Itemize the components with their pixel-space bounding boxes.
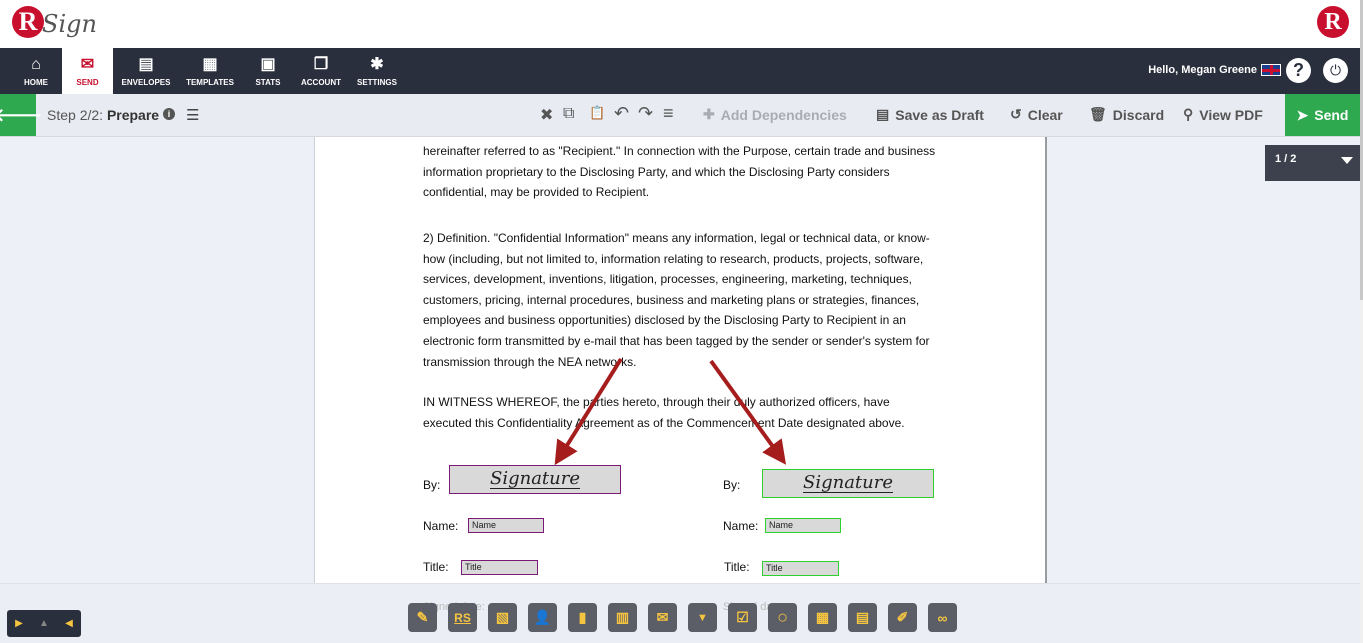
prepare-toolbar: 🡐 Step 2/2: Prepare i ☰ ✖ ⧉ 📋 ↶ ↷ ≡ ✚ Ad…	[0, 94, 1360, 137]
add-dependencies-button[interactable]: ✚ Add Dependencies	[703, 106, 847, 123]
discard-button[interactable]: 🗑 Discard	[1089, 106, 1164, 123]
redo-icon[interactable]: ↷	[638, 103, 653, 124]
radio-icon[interactable]: ○	[768, 603, 797, 632]
label-icon[interactable]: ✐	[888, 603, 917, 632]
nav-label: SETTINGS	[356, 77, 397, 87]
pen-icon[interactable]: ✎	[408, 603, 437, 632]
nav-send[interactable]: ✉ SEND	[62, 48, 113, 94]
copy-icon[interactable]: ⧉	[563, 105, 574, 123]
clear-button[interactable]: ↺ Clear	[1010, 106, 1063, 123]
info-icon[interactable]: i	[163, 108, 175, 120]
list-icon[interactable]: ☰	[186, 106, 199, 124]
nav-settings[interactable]: ✱ SETTINGS	[353, 48, 401, 94]
file-icon: ▤	[876, 106, 890, 122]
page-number: 1 / 2	[1275, 153, 1297, 165]
inbox-icon: ▤	[138, 55, 154, 73]
save-draft-button[interactable]: ▤ Save as Draft	[876, 106, 984, 123]
briefcase-icon: ▣	[260, 55, 276, 73]
nav-label: ACCOUNT	[301, 77, 341, 87]
nav-stats[interactable]: ▣ STATS	[248, 48, 288, 94]
initials-icon[interactable]: RS	[448, 603, 477, 632]
link-icon[interactable]: ∞	[928, 603, 957, 632]
document-page[interactable]: hereinafter referred to as "Recipient." …	[314, 137, 1047, 583]
corner-logo: R	[1317, 6, 1349, 38]
caret-down-icon	[1341, 157, 1353, 164]
close-icon[interactable]: ✖	[540, 105, 553, 125]
back-button[interactable]: 🡐	[0, 94, 42, 136]
person-icon[interactable]: 👤	[528, 603, 557, 632]
clipboard-icon[interactable]: ▮	[568, 603, 597, 632]
control-tray	[0, 583, 1360, 643]
user-greeting[interactable]: Hello, Megan Greene	[1148, 64, 1257, 76]
discard-label: Discard	[1112, 106, 1165, 123]
save-draft-label: Save as Draft	[895, 106, 984, 123]
undo-icon[interactable]: ↶	[614, 103, 629, 124]
nav-label: ENVELOPES	[121, 77, 171, 87]
logo-word: Sign	[42, 10, 97, 38]
step-prefix: Step 2/2:	[47, 107, 104, 123]
page-navigation: ▶ ▲ ◀	[7, 610, 81, 637]
logo-letter: R	[12, 6, 44, 38]
nav-account[interactable]: ❐ ACCOUNT	[297, 48, 345, 94]
nav-templates[interactable]: ▦ TEMPLATES	[182, 48, 238, 94]
nav-label: TEMPLATES	[186, 77, 234, 87]
rsign-logo[interactable]: R Sign	[12, 6, 97, 38]
paper-plane-icon: ➤	[1296, 106, 1309, 123]
nav-label: SEND	[76, 77, 99, 87]
menu-icon[interactable]: ≡	[663, 103, 674, 124]
nav-home[interactable]: ⌂ HOME	[12, 48, 60, 94]
templates-icon: ▦	[202, 55, 218, 73]
help-button[interactable]: ?	[1286, 58, 1311, 83]
gear-icon: ✱	[370, 55, 384, 73]
arrow-left-icon: 🡐	[0, 104, 43, 125]
view-pdf-label: View PDF	[1199, 106, 1263, 123]
uk-flag-icon[interactable]	[1261, 64, 1281, 76]
add-dependencies-label: Add Dependencies	[720, 106, 847, 123]
page-selector[interactable]: 1 / 2	[1265, 145, 1361, 181]
undo-icon: ↺	[1010, 106, 1022, 122]
checkbox-icon[interactable]: ☑	[728, 603, 757, 632]
annotation-arrows	[554, 357, 787, 466]
home-icon: ⌂	[31, 55, 41, 73]
trash-icon: 🗑	[1089, 106, 1107, 122]
email-icon[interactable]: ✉	[648, 603, 677, 632]
view-pdf-button[interactable]: ⚲ View PDF	[1183, 106, 1263, 123]
envelope-icon: ✉	[80, 55, 95, 73]
files-icon: ❐	[313, 55, 329, 73]
search-icon: ⚲	[1183, 106, 1194, 122]
brand-bar: R Sign R	[0, 0, 1363, 48]
send-button[interactable]: ➤ Send	[1285, 94, 1360, 136]
next-page-icon[interactable]: ▶	[15, 618, 23, 629]
building-icon[interactable]: ▥	[608, 603, 637, 632]
nav-label: HOME	[24, 77, 48, 87]
step-indicator: Step 2/2: Prepare	[47, 107, 159, 123]
arrow-to-signature-1	[554, 357, 623, 466]
date-stamp-icon[interactable]: ▧	[488, 603, 517, 632]
clear-label: Clear	[1027, 106, 1063, 123]
calendar-icon[interactable]: ▦	[808, 603, 837, 632]
dropdown-icon[interactable]: ▼	[688, 603, 717, 632]
nav-label: STATS	[255, 77, 281, 87]
prev-page-icon[interactable]: ◀	[65, 618, 73, 629]
text-icon[interactable]: ▤	[848, 603, 877, 632]
arrow-to-signature-2	[709, 359, 787, 465]
paste-icon[interactable]: 📋	[589, 105, 605, 121]
send-label: Send	[1314, 107, 1349, 123]
nav-envelopes[interactable]: ▤ ENVELOPES	[117, 48, 175, 94]
step-name: Prepare	[106, 107, 160, 123]
puzzle-icon: ✚	[703, 106, 715, 122]
logout-button[interactable]: ⏻	[1323, 58, 1348, 83]
scroll-up-icon[interactable]: ▲	[39, 618, 49, 629]
